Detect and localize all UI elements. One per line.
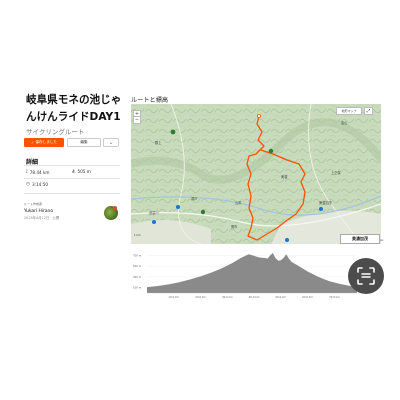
route-map[interactable]: 美濃 美濃加茂 関市 郡上 洞戸 武芸川 山県 上之保 金山 bbox=[131, 104, 381, 244]
x-tick-label: 70.0 km bbox=[329, 295, 340, 299]
map-heading: ルートと標高 bbox=[131, 97, 169, 104]
place-label: 関市 bbox=[231, 224, 238, 229]
more-options-button[interactable]: ⌄ bbox=[103, 138, 119, 147]
place-label: 郡上 bbox=[155, 140, 162, 145]
author-name[interactable]: Yukari Hirano bbox=[24, 209, 53, 214]
x-tick-label: 50.0 km bbox=[276, 295, 287, 299]
route-title: 岐阜県モネの池じゃんけんライドDAY1 bbox=[26, 94, 122, 123]
place-label: 美濃加茂 bbox=[319, 200, 333, 205]
fullscreen-button[interactable]: ⤢ bbox=[364, 107, 373, 115]
place-label: 金山 bbox=[341, 120, 347, 125]
duration-stat: ◷ 3:14:50 bbox=[26, 182, 48, 187]
place-label: 洞戸 bbox=[191, 196, 197, 201]
park-marker[interactable] bbox=[200, 209, 206, 215]
y-tick-label: 100 m bbox=[133, 286, 142, 290]
elevation-stat: ◭ 505 m bbox=[72, 169, 91, 174]
map-type-label: 地形マップ bbox=[341, 109, 357, 113]
divider bbox=[24, 178, 120, 179]
divider bbox=[24, 165, 120, 166]
edit-button-label: 編集 bbox=[80, 140, 88, 144]
expand-icon: ⤢ bbox=[366, 109, 371, 114]
scan-icon bbox=[357, 267, 375, 285]
place-label: 美濃 bbox=[281, 174, 288, 179]
check-icon: ✓ bbox=[30, 140, 34, 145]
poi-marker[interactable] bbox=[152, 220, 156, 224]
route-type-label: サイクリングルート bbox=[26, 128, 85, 136]
poi-marker[interactable] bbox=[319, 207, 323, 211]
distance-stat: ⟟ 78.44 km bbox=[26, 169, 50, 176]
x-tick-label: 20.0 km bbox=[195, 295, 206, 299]
route-start-marker[interactable] bbox=[257, 113, 262, 118]
elevation-chart[interactable]: 700 m 500 m 300 m 100 m 10.0 km 20.0 km 30.0 k… bbox=[131, 247, 381, 300]
x-tick-label: 30.0 km bbox=[222, 295, 233, 299]
scan-button[interactable] bbox=[348, 258, 384, 294]
save-button-label: 保存しました bbox=[35, 140, 58, 144]
author-date: 2025年4月12日 · 公開 bbox=[24, 216, 60, 220]
elevation-icon: ◭ bbox=[72, 169, 76, 174]
avatar-badge bbox=[113, 206, 117, 210]
elevation-value: 505 m bbox=[77, 169, 91, 174]
chevron-down-icon: ⌄ bbox=[108, 139, 114, 146]
clock-icon: ◷ bbox=[26, 182, 30, 187]
y-tick-label: 500 m bbox=[133, 264, 142, 268]
place-label: 山県 bbox=[235, 200, 242, 205]
park-marker[interactable] bbox=[268, 148, 274, 154]
duration-value: 3:14:50 bbox=[31, 182, 49, 187]
route-distance-icon: ⟟ bbox=[26, 170, 28, 175]
place-label: 武芸川 bbox=[149, 210, 159, 215]
x-tick-label: 10.0 km bbox=[168, 295, 179, 299]
elevation-toggle-label: 美濃加茂 bbox=[352, 236, 368, 241]
zoom-out-button[interactable]: − bbox=[133, 116, 141, 124]
distance-value: 78.44 km bbox=[29, 169, 50, 175]
elevation-toggle-button[interactable]: 美濃加茂 bbox=[340, 234, 380, 244]
minus-icon: − bbox=[134, 117, 140, 123]
elevation-area[interactable] bbox=[147, 252, 357, 293]
park-marker[interactable] bbox=[170, 129, 176, 135]
map-scale: 1 km bbox=[134, 234, 141, 237]
poi-marker[interactable] bbox=[176, 205, 180, 209]
x-tick-label: 40.0 km bbox=[249, 295, 260, 299]
place-label: 上之保 bbox=[331, 170, 341, 175]
author-label: ルート作成者 bbox=[24, 202, 43, 206]
y-tick-label: 300 m bbox=[133, 275, 142, 279]
poi-marker[interactable] bbox=[285, 238, 289, 242]
y-tick-label: 700 m bbox=[133, 253, 142, 257]
x-tick-label: 60.0 km bbox=[302, 295, 313, 299]
map-type-button[interactable]: 地形マップ bbox=[336, 107, 362, 115]
divider bbox=[24, 193, 120, 194]
edit-button[interactable]: 編集 bbox=[67, 138, 101, 147]
save-button[interactable]: ✓ 保存しました bbox=[24, 138, 64, 147]
